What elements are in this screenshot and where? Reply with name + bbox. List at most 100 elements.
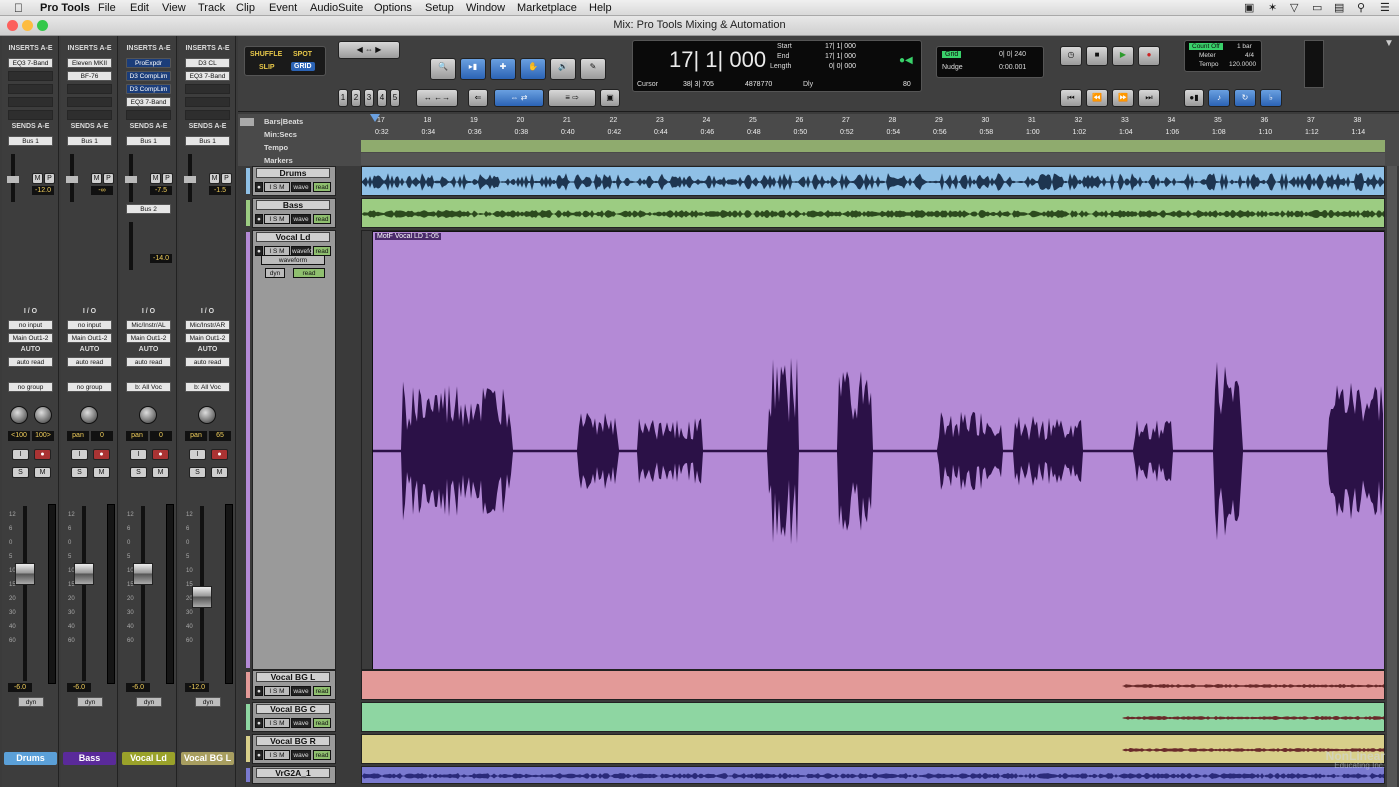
track-view-selector[interactable]: wave bbox=[291, 182, 311, 192]
zoom-preset-1[interactable]: 1 bbox=[338, 89, 348, 107]
menu-edit[interactable]: Edit bbox=[130, 1, 149, 15]
empty-insert-slot[interactable] bbox=[126, 110, 171, 120]
insert-slot[interactable]: Eleven MKII bbox=[67, 58, 112, 68]
track-ism-buttons[interactable]: I S M bbox=[264, 718, 290, 728]
input-monitor-button[interactable]: I bbox=[189, 449, 206, 460]
track-automation-selector-2[interactable]: read bbox=[293, 268, 325, 278]
track-automation-selector[interactable]: read bbox=[313, 182, 331, 192]
zoom-preset-2[interactable]: 2 bbox=[351, 89, 361, 107]
tempo-label[interactable]: Tempo bbox=[1199, 61, 1219, 68]
output-selector[interactable]: Main Out1-2 bbox=[8, 333, 53, 343]
menu-options[interactable]: Options bbox=[374, 1, 412, 15]
wifi-icon[interactable]: ▽ bbox=[1290, 1, 1298, 14]
send-mute-button[interactable]: M bbox=[150, 173, 161, 184]
markers-ruler-label[interactable]: Markers bbox=[264, 156, 293, 165]
mute-button[interactable]: M bbox=[93, 467, 110, 478]
zoom-controls[interactable]: ◀ ⇔ ▶ bbox=[338, 41, 400, 59]
track-ism-buttons[interactable]: I S M bbox=[264, 686, 290, 696]
track-view-selector[interactable]: wave bbox=[291, 718, 311, 728]
record-arm-icon[interactable]: ● bbox=[255, 718, 263, 728]
ruler-menu-icon[interactable] bbox=[240, 118, 254, 126]
send-mute-button[interactable]: M bbox=[209, 173, 220, 184]
edit-options[interactable]: ↔ ←→ bbox=[416, 89, 458, 107]
pan-value[interactable]: 0 bbox=[150, 431, 172, 441]
track-name[interactable]: Drums bbox=[256, 168, 330, 178]
insert-slot[interactable]: EQ3 7-Band bbox=[185, 71, 230, 81]
menu-marketplace[interactable]: Marketplace bbox=[517, 1, 577, 15]
bars-beats-ruler-label[interactable]: Bars|Beats bbox=[264, 117, 303, 126]
insertion-follows-button[interactable]: ⇔ ⇄ bbox=[494, 89, 544, 107]
empty-insert-slot[interactable] bbox=[67, 97, 112, 107]
rewind-button[interactable]: ⏪ bbox=[1086, 89, 1108, 107]
pencil-tool-icon[interactable]: ✎ bbox=[580, 58, 606, 80]
empty-insert-slot[interactable] bbox=[8, 97, 53, 107]
menu-track[interactable]: Track bbox=[198, 1, 225, 15]
grabber-tool-icon[interactable]: ✋ bbox=[520, 58, 546, 80]
pan-knob-right[interactable] bbox=[34, 406, 52, 424]
volume-fader[interactable] bbox=[15, 563, 35, 585]
grid-label[interactable]: Grid bbox=[942, 51, 962, 58]
group-selector[interactable]: no group bbox=[67, 382, 112, 392]
track-ism-buttons[interactable]: I S M bbox=[264, 214, 290, 224]
count-off-button[interactable]: Count Off bbox=[1189, 43, 1223, 50]
volume-value[interactable]: -6.0 bbox=[8, 683, 32, 692]
insert-slot[interactable]: D3 CL bbox=[185, 58, 230, 68]
track-ism-buttons[interactable]: I S M bbox=[264, 750, 290, 760]
selector-tool-icon[interactable]: ✚ bbox=[490, 58, 516, 80]
output-selector[interactable]: Main Out1-2 bbox=[126, 333, 171, 343]
wait-for-note-button[interactable]: ●▮ bbox=[1184, 89, 1204, 107]
track-view-selector[interactable]: wave bbox=[291, 686, 311, 696]
slip-mode-button[interactable]: SLIP bbox=[259, 64, 275, 71]
automation-mode-selector[interactable]: auto read bbox=[8, 357, 53, 367]
airplay-icon[interactable]: ▭ bbox=[1312, 1, 1322, 14]
input-selector[interactable]: Mic/Instr/AR bbox=[185, 320, 230, 330]
meter-label[interactable]: Meter bbox=[1199, 52, 1216, 59]
nudge-value[interactable]: 0:00.001 bbox=[999, 64, 1026, 71]
grid-value[interactable]: 0| 0| 240 bbox=[999, 51, 1026, 58]
send-fader-cap[interactable] bbox=[7, 176, 19, 183]
empty-insert-slot[interactable] bbox=[185, 97, 230, 107]
pan-knob[interactable] bbox=[198, 406, 216, 424]
menu-event[interactable]: Event bbox=[269, 1, 297, 15]
input-selector[interactable]: Mic/Instr/AL bbox=[126, 320, 171, 330]
menu-clip[interactable]: Clip bbox=[236, 1, 255, 15]
empty-insert-slot[interactable] bbox=[8, 71, 53, 81]
vertical-scrollbar[interactable] bbox=[1387, 166, 1397, 787]
length-value[interactable]: 0| 0| 000 bbox=[829, 63, 856, 70]
track-lane[interactable] bbox=[361, 198, 1385, 228]
toolbar-menu-icon[interactable]: ▼ bbox=[1384, 38, 1394, 49]
send-slot[interactable]: Bus 1 bbox=[67, 136, 112, 146]
automation-mode-selector[interactable]: auto read bbox=[67, 357, 112, 367]
track-lane[interactable] bbox=[361, 766, 1385, 784]
track-lane[interactable] bbox=[361, 670, 1385, 700]
track-automation-selector[interactable]: read bbox=[313, 686, 331, 696]
tempo-ruler-lane[interactable] bbox=[361, 140, 1385, 152]
menu-file[interactable]: File bbox=[98, 1, 116, 15]
volume-fader[interactable] bbox=[133, 563, 153, 585]
automation-mode-selector[interactable]: auto read bbox=[185, 357, 230, 367]
search-icon[interactable]: ⚲ bbox=[1357, 1, 1365, 14]
input-selector[interactable]: no input bbox=[67, 320, 112, 330]
online-icon[interactable]: ◷ bbox=[1060, 46, 1082, 66]
track-ism-buttons[interactable]: I S M bbox=[264, 182, 290, 192]
track-name[interactable]: VrG2A_1 bbox=[256, 768, 330, 778]
send-pre-button[interactable]: P bbox=[103, 173, 114, 184]
send-fader-cap[interactable] bbox=[125, 176, 137, 183]
min-secs-ruler-label[interactable]: Min:Secs bbox=[264, 130, 297, 139]
screen-icon[interactable]: ▣ bbox=[1244, 1, 1254, 14]
track-name-label[interactable]: Vocal Ld bbox=[122, 752, 175, 765]
track-view-selector[interactable]: wave bbox=[291, 750, 311, 760]
start-value[interactable]: 17| 1| 000 bbox=[825, 43, 856, 50]
record-arm-icon[interactable]: ● bbox=[255, 750, 263, 760]
menu-setup[interactable]: Setup bbox=[425, 1, 454, 15]
track-name[interactable]: Vocal BG R bbox=[256, 736, 330, 746]
volume-fader[interactable] bbox=[74, 563, 94, 585]
output-selector[interactable]: Main Out1-2 bbox=[185, 333, 230, 343]
track-name[interactable]: Vocal BG C bbox=[256, 704, 330, 714]
pan-value[interactable]: 0 bbox=[91, 431, 113, 441]
empty-insert-slot[interactable] bbox=[8, 110, 53, 120]
markers-ruler-lane[interactable] bbox=[361, 153, 1385, 165]
menu-window[interactable]: Window bbox=[466, 1, 505, 15]
tab-to-transients-button[interactable]: ≡ ⇨ bbox=[548, 89, 596, 107]
send-slot[interactable]: Bus 2 bbox=[126, 204, 171, 214]
